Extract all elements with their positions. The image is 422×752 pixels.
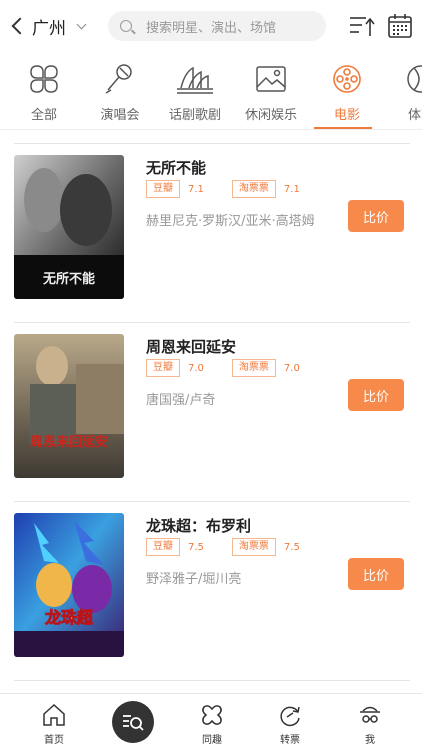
calendar-icon[interactable] [386,12,414,40]
movie-cast: 野泽雅子/堀川亮 [146,572,242,587]
tab-label: 同趣 [202,735,222,746]
movie-cast: 赫里尼克·罗斯汉/亚米·高塔姆 [146,214,315,229]
microphone-icon [105,64,132,94]
movie-title[interactable]: 无所不能 [146,157,206,178]
ratings-row: 豆瓣 7.5 淘票票 7.5 [146,538,328,556]
image-icon [256,66,286,92]
ratings-row: 豆瓣 7.1 淘票票 7.1 [146,180,328,198]
category-label: 全部 [30,108,57,123]
tab-label: 我 [365,735,375,746]
poster-title: 无所不能 [42,271,95,287]
compare-price-button[interactable]: 比价 [348,200,404,232]
rating-value: 7.1 [283,183,300,195]
active-tab-indicator [314,127,372,129]
sort-icon[interactable] [348,12,376,40]
back-arrow-icon[interactable] [11,17,29,35]
movie-title[interactable]: 周恩来回延安 [146,336,236,357]
poster-title: 周恩来回延安 [30,434,108,450]
category-label: 演唱会 [100,108,140,123]
rating-source-tag: 淘票票 [231,359,276,377]
divider [14,680,410,681]
tab-home[interactable]: 首页 [24,694,84,752]
movie-list: 无所不能 无所不能 豆瓣 7.1 淘票票 7.1 赫里尼克·罗斯汉/亚米·高塔姆… [14,143,410,681]
rating-value: 7.1 [188,183,204,195]
category-concert[interactable]: 演唱会 [85,56,155,129]
category-movie[interactable]: 电影 [312,56,382,129]
movie-list-item[interactable]: 周恩来回延安 周恩来回延安 豆瓣 7.0 淘票票 7.0 唐国强/卢奇 比价 [14,323,410,501]
category-all[interactable]: 全部 [9,56,79,129]
tab-interest[interactable]: 同趣 [182,694,242,752]
movie-poster[interactable]: 无所不能 [14,155,124,299]
user-icon [360,706,380,723]
rating-value: 7.0 [188,362,204,374]
search-placeholder: 搜索明星、演出、场馆 [146,20,277,36]
movie-list-item[interactable]: 无所不能 无所不能 豆瓣 7.1 淘票票 7.1 赫里尼克·罗斯汉/亚米·高塔姆… [14,144,410,322]
movie-cast: 唐国强/卢奇 [146,393,216,408]
movie-list-item[interactable]: 龙珠超 龙珠超：布罗利 豆瓣 7.5 淘票票 7.5 野泽雅子/堀川亮 比价 [14,502,410,680]
top-bar: 广州 搜索明星、演出、场馆 [0,0,422,52]
category-leisure[interactable]: 休闲娱乐 [236,56,306,129]
rating-value: 7.5 [188,541,204,553]
rating-value: 7.5 [283,541,300,553]
refresh-ticket-icon [280,706,300,727]
tab-label: 转票 [280,735,300,746]
tab-me[interactable]: 我 [340,694,400,752]
movie-poster[interactable]: 周恩来回延安 [14,334,124,478]
movie-poster[interactable]: 龙珠超 [14,513,124,657]
compare-price-button[interactable]: 比价 [348,379,404,411]
tab-resell[interactable]: 转票 [260,694,320,752]
poster-title: 龙珠超 [44,608,94,627]
home-icon [43,703,65,726]
chevron-down-icon [76,19,87,29]
rating-source-tag: 豆瓣 [146,180,180,198]
category-nav: 全部 演唱会 话剧歌剧 休闲娱乐 电影 体 [0,56,422,130]
tab-label: 首页 [44,735,64,746]
rating-source-tag: 淘票票 [231,180,276,198]
opera-house-icon [177,66,213,94]
category-label: 休闲娱乐 [244,108,297,123]
compare-price-button[interactable]: 比价 [348,558,404,590]
ratings-row: 豆瓣 7.0 淘票票 7.0 [146,359,328,377]
category-sports[interactable]: 体育 [386,56,422,129]
bottom-tab-bar: 首页 同趣 转票 我 [0,693,422,751]
rating-source-tag: 淘票票 [231,538,276,556]
category-label: 电影 [333,108,360,123]
city-selector[interactable]: 广州 [11,14,87,39]
puzzle-icon [202,705,222,725]
category-drama[interactable]: 话剧歌剧 [160,56,230,129]
category-label: 体育 [407,108,422,123]
ball-icon [407,65,422,93]
rating-value: 7.0 [283,362,300,374]
city-name: 广州 [32,18,66,39]
search-list-icon[interactable] [112,701,154,743]
rating-source-tag: 豆瓣 [146,538,180,556]
category-label: 话剧歌剧 [168,108,221,123]
rating-source-tag: 豆瓣 [146,359,180,377]
search-icon [120,20,132,32]
search-input[interactable]: 搜索明星、演出、场馆 [108,11,326,41]
grid-icon [30,65,58,93]
movie-title[interactable]: 龙珠超：布罗利 [146,515,251,536]
film-reel-icon [333,65,361,93]
